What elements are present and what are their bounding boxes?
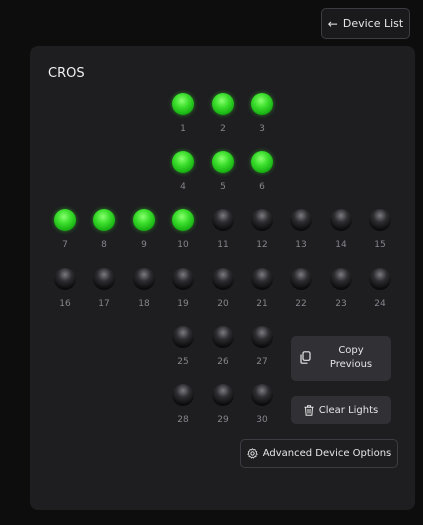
- light-14[interactable]: [330, 209, 352, 231]
- light-6[interactable]: [251, 151, 273, 173]
- light-number-label: 8: [101, 240, 107, 250]
- device-name: CROS: [48, 66, 85, 81]
- light-number-label: 28: [177, 415, 189, 425]
- light-number-label: 16: [59, 299, 71, 309]
- light-number-label: 1: [180, 124, 186, 134]
- light-5[interactable]: [212, 151, 234, 173]
- light-number-label: 25: [177, 357, 189, 367]
- light-8[interactable]: [93, 209, 115, 231]
- light-number-label: 14: [335, 240, 347, 250]
- light-number-label: 19: [177, 299, 189, 309]
- light-18[interactable]: [133, 268, 155, 290]
- light-3[interactable]: [251, 93, 273, 115]
- copy-icon: [300, 351, 311, 364]
- light-12[interactable]: [251, 209, 273, 231]
- light-number-label: 26: [217, 357, 229, 367]
- light-24[interactable]: [369, 268, 391, 290]
- light-number-label: 2: [220, 124, 226, 134]
- light-26[interactable]: [212, 326, 234, 348]
- light-11[interactable]: [212, 209, 234, 231]
- light-number-label: 20: [217, 299, 229, 309]
- light-29[interactable]: [212, 384, 234, 406]
- light-number-label: 11: [217, 240, 229, 250]
- light-19[interactable]: [172, 268, 194, 290]
- light-number-label: 10: [177, 240, 189, 250]
- light-17[interactable]: [93, 268, 115, 290]
- light-number-label: 21: [256, 299, 268, 309]
- light-23[interactable]: [330, 268, 352, 290]
- advanced-device-options-label: Advanced Device Options: [262, 448, 392, 459]
- light-number-label: 30: [256, 415, 268, 425]
- light-number-label: 5: [220, 182, 226, 192]
- light-number-label: 27: [256, 357, 268, 367]
- light-1[interactable]: [172, 93, 194, 115]
- light-22[interactable]: [290, 268, 312, 290]
- light-27[interactable]: [251, 326, 273, 348]
- light-9[interactable]: [133, 209, 155, 231]
- light-28[interactable]: [172, 384, 194, 406]
- light-13[interactable]: [290, 209, 312, 231]
- light-25[interactable]: [172, 326, 194, 348]
- light-20[interactable]: [212, 268, 234, 290]
- light-4[interactable]: [172, 151, 194, 173]
- light-7[interactable]: [54, 209, 76, 231]
- device-list-label: Device List: [342, 17, 404, 30]
- light-15[interactable]: [369, 209, 391, 231]
- light-number-label: 22: [295, 299, 307, 309]
- light-number-label: 18: [138, 299, 150, 309]
- gear-icon: [247, 448, 258, 459]
- light-number-label: 15: [374, 240, 386, 250]
- light-number-label: 7: [62, 240, 68, 250]
- light-number-label: 17: [98, 299, 110, 309]
- trash-icon: [304, 404, 314, 416]
- light-number-label: 12: [256, 240, 268, 250]
- light-number-label: 9: [141, 240, 147, 250]
- light-number-label: 29: [217, 415, 229, 425]
- light-2[interactable]: [212, 93, 234, 115]
- clear-lights-button[interactable]: Clear Lights: [291, 396, 391, 424]
- copy-previous-button[interactable]: Copy Previous: [291, 336, 391, 381]
- light-10[interactable]: [172, 209, 194, 231]
- light-number-label: 24: [374, 299, 386, 309]
- light-number-label: 13: [295, 240, 307, 250]
- light-number-label: 6: [259, 182, 265, 192]
- arrow-left-icon: ←: [327, 16, 338, 31]
- light-30[interactable]: [251, 384, 273, 406]
- copy-previous-label: Copy Previous: [329, 345, 373, 370]
- device-list-button[interactable]: ← Device List: [321, 8, 410, 39]
- clear-lights-label: Clear Lights: [318, 404, 379, 416]
- light-16[interactable]: [54, 268, 76, 290]
- light-number-label: 4: [180, 182, 186, 192]
- light-number-label: 3: [259, 124, 265, 134]
- light-21[interactable]: [251, 268, 273, 290]
- light-number-label: 23: [335, 299, 347, 309]
- advanced-device-options-button[interactable]: Advanced Device Options: [240, 439, 398, 468]
